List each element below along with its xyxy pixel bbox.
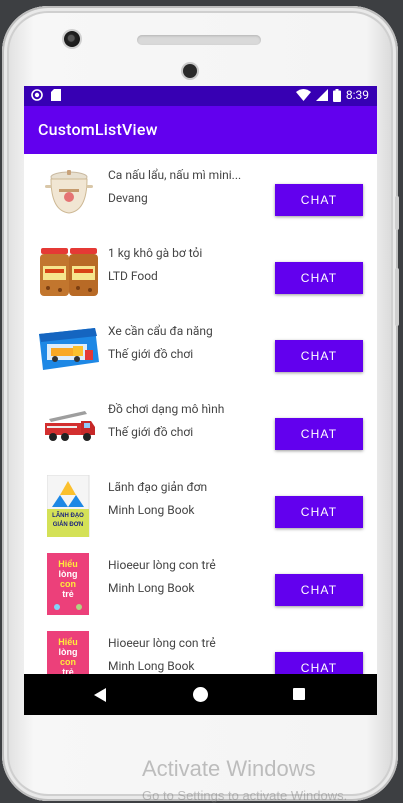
battery-icon [332,88,341,102]
item-title: Ca nấu lẩu, nấu mì mini... [108,168,242,182]
list-item[interactable]: Đồ chơi dạng mô hình Thế giới đồ chơi CH… [24,388,377,467]
book-cover-text: lòng [59,647,78,657]
wifi-icon [295,89,311,101]
item-title: Hioeeur lòng con trẻ [108,636,216,650]
chat-button[interactable]: CHAT [275,340,363,372]
status-time: 8:39 [345,88,369,102]
book-cover-text: con [60,657,76,667]
power-button [395,196,399,230]
device-screen: 8:39 CustomListView Ca nấu lẩu, nấu mì m… [24,86,377,715]
dried-chicken-image [36,243,102,299]
earpiece-speaker [137,35,261,45]
list-item[interactable]: Xe cần cẩu đa năng Thế giới đồ chơi CHAT [24,310,377,389]
item-title: Lãnh đạo giản đơn [108,480,208,494]
chat-button[interactable]: CHAT [275,652,363,674]
activate-windows-subtitle: Go to Settings to activate Windows. [142,788,348,803]
item-title: 1 kg khô gà bơ tỏi [108,246,203,260]
item-seller: Minh Long Book [108,659,195,673]
item-seller: Minh Long Book [108,581,195,595]
child-book-image: Hiểu lòng con trẻ [36,631,102,674]
book-cover-text: GIẢN ĐƠN [53,521,83,528]
item-seller: Minh Long Book [108,503,195,517]
activate-windows-title: Activate Windows [142,756,316,781]
item-seller: Thế giới đồ chơi [108,425,194,439]
chat-button[interactable]: CHAT [275,184,363,216]
signal-icon [315,89,328,101]
fire-truck-image [36,399,102,455]
list-item[interactable]: LÃNH ĐẠO GIẢN ĐƠN Lãnh đạo giản đơn Minh… [24,466,377,545]
app-bar: CustomListView [24,106,377,154]
notification-circle-icon [31,89,43,101]
product-list[interactable]: Ca nấu lẩu, nấu mì mini... Devang CHAT 1… [24,154,377,674]
list-item[interactable]: Ca nấu lẩu, nấu mì mini... Devang CHAT [24,154,377,233]
navigation-bar [24,674,377,715]
book-cover-text: LÃNH ĐẠO [52,512,84,519]
chat-button[interactable]: CHAT [275,574,363,606]
proximity-sensor [183,64,197,78]
list-item[interactable]: 1 kg khô gà bơ tỏi LTD Food CHAT [24,232,377,311]
item-title: Đồ chơi dạng mô hình [108,402,225,416]
book-cover-text: con [60,579,76,589]
chat-button[interactable]: CHAT [275,418,363,450]
crane-truck-image [36,321,102,377]
cooker-image [36,165,102,221]
list-item[interactable]: Hiểu lòng con trẻ Hioeeur lòng con trẻ M… [24,544,377,623]
item-seller: LTD Food [108,269,158,283]
item-seller: Devang [108,191,148,205]
chat-button[interactable]: CHAT [275,496,363,528]
leadership-book-image: LÃNH ĐẠO GIẢN ĐƠN [36,475,102,537]
app-title: CustomListView [38,120,158,139]
list-item[interactable]: Hiểu lòng con trẻ Hioeeur lòng con trẻ M… [24,622,377,674]
book-cover-text: trẻ [62,589,74,599]
status-bar: 8:39 [24,86,377,106]
item-title: Hioeeur lòng con trẻ [108,558,216,572]
back-icon[interactable] [94,688,106,702]
item-seller: Thế giới đồ chơi [108,347,194,361]
child-book-image: Hiểu lòng con trẻ [36,553,102,615]
front-camera [64,31,80,47]
volume-button [395,268,399,326]
book-cover-text: Hiểu [58,637,78,647]
book-cover-text: trẻ [62,667,74,674]
recent-apps-icon[interactable] [293,688,305,700]
item-title: Xe cần cẩu đa năng [108,324,213,338]
home-icon[interactable] [193,687,208,702]
sd-card-icon [51,89,61,101]
chat-button[interactable]: CHAT [275,262,363,294]
book-cover-text: lòng [59,569,78,579]
book-cover-text: Hiểu [58,559,78,569]
